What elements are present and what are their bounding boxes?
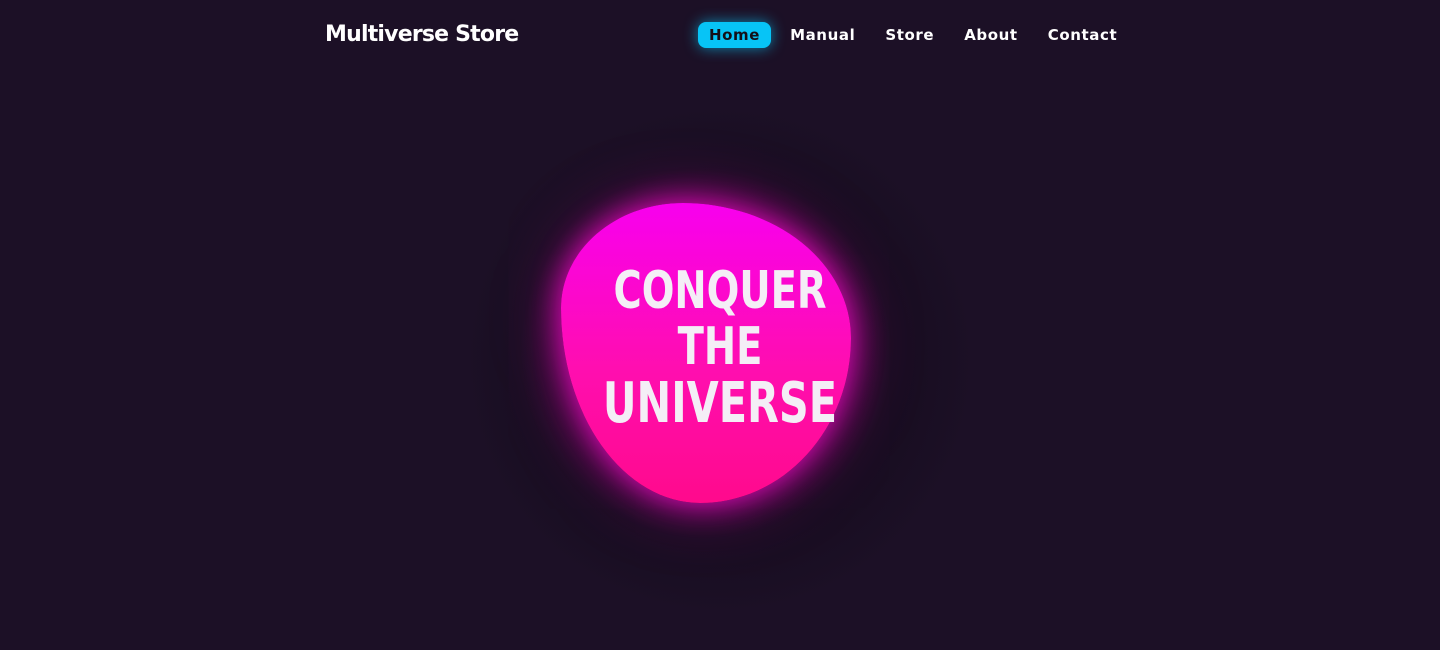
hero-line-the: THE — [677, 317, 763, 377]
nav-item-store[interactable]: Store — [874, 22, 945, 48]
hero-line-conquer: CONQUER — [613, 261, 827, 321]
nav-item-manual[interactable]: Manual — [779, 22, 866, 48]
site-header: Multiverse Store Home Manual Store About… — [0, 0, 1440, 70]
nav-item-about[interactable]: About — [953, 22, 1029, 48]
brand-logo[interactable]: Multiverse Store — [325, 20, 519, 50]
hero-section: CONQUER THE UNIVERSE — [521, 163, 891, 543]
main-nav: Home Manual Store About Contact — [698, 22, 1136, 48]
hero-line-universe: UNIVERSE — [602, 371, 838, 436]
nav-item-contact[interactable]: Contact — [1037, 22, 1129, 48]
hero-headline: CONQUER THE UNIVERSE — [602, 263, 837, 433]
nav-item-home[interactable]: Home — [698, 22, 772, 48]
page: Multiverse Store Home Manual Store About… — [0, 0, 1440, 650]
